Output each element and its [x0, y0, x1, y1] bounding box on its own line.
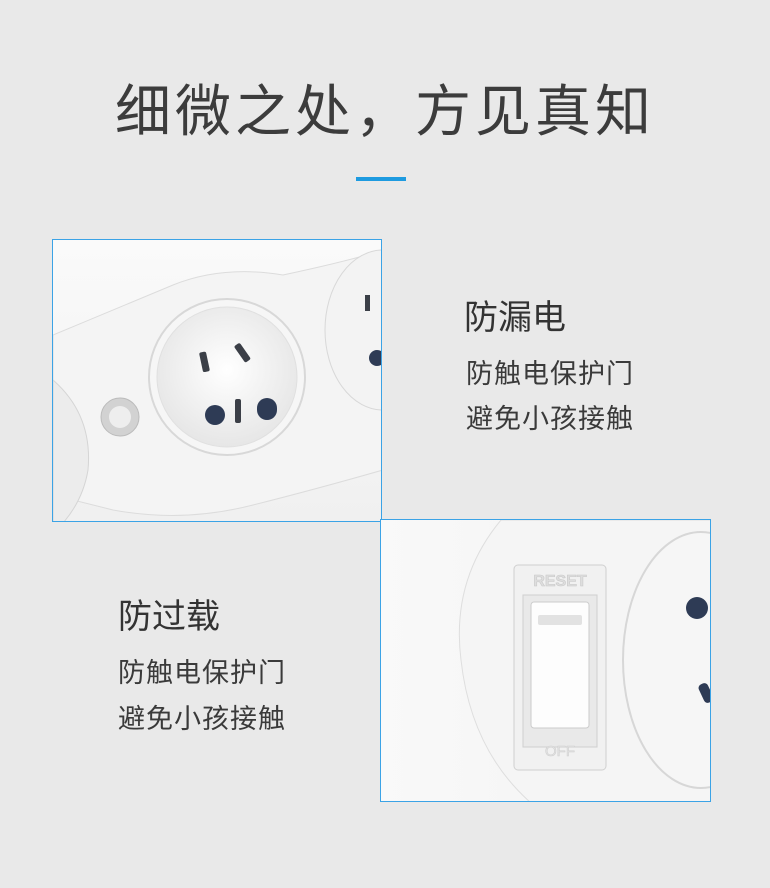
feature-line: 防触电保护门 — [466, 359, 634, 390]
page-title: 细微之处，方见真知 — [115, 80, 655, 145]
switch-off-text: OFF — [545, 743, 575, 760]
feature-line: 防触电保护门 — [118, 658, 286, 689]
feature-line: 避免小孩接触 — [466, 404, 634, 435]
switch-reset-text: RESET — [533, 573, 587, 590]
feature-line: 避免小孩接触 — [118, 704, 286, 735]
switch-photo: RESET OFF — [380, 519, 711, 802]
socket-photo — [52, 239, 382, 522]
feature-heading: 防漏电 — [464, 298, 566, 338]
feature-heading: 防过载 — [118, 597, 220, 637]
title-underline — [356, 177, 406, 181]
